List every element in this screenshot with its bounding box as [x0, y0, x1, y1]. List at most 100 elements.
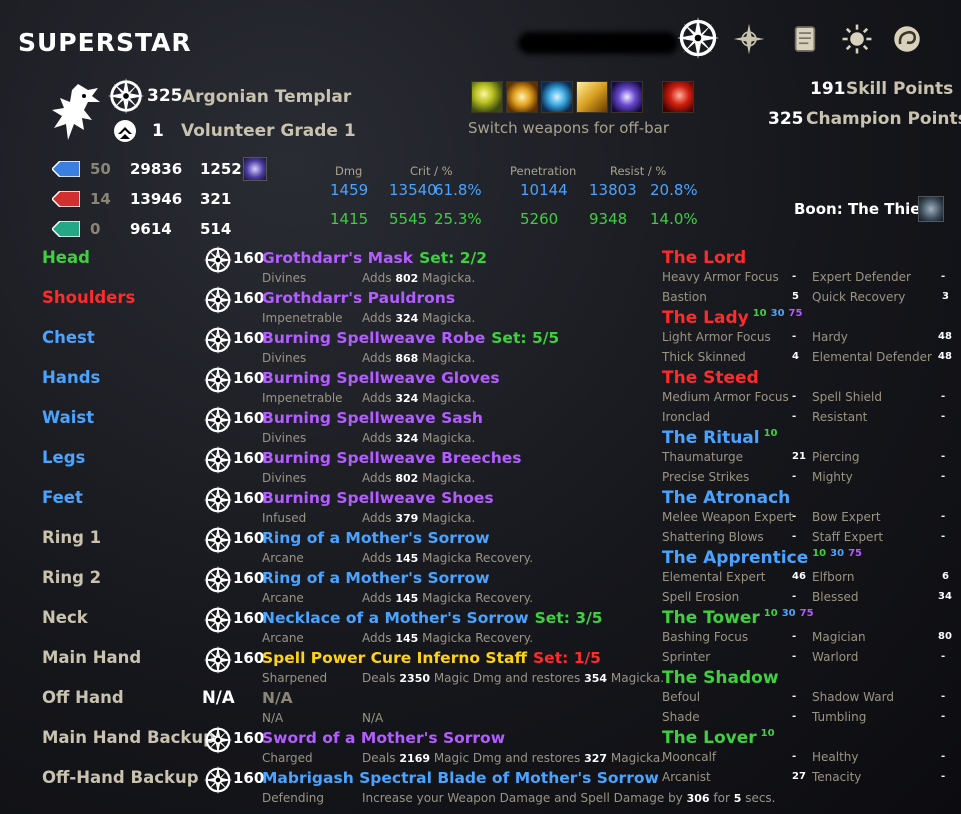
item-enchantment: N/A	[362, 711, 383, 725]
star-name: Bashing Focus	[662, 630, 749, 644]
item-level: 160	[233, 409, 265, 427]
item-level: 160	[233, 729, 265, 747]
star-points: -	[792, 751, 797, 762]
item-name[interactable]: Ring of a Mother's Sorrow	[262, 529, 490, 547]
enchant-text: Magic Dmg and restores	[430, 751, 585, 765]
magicka-icon	[50, 160, 81, 178]
item-level: 160	[233, 489, 265, 507]
item-name[interactable]: Grothdarr's Pauldrons	[262, 289, 455, 307]
skill-slot-5[interactable]	[611, 81, 643, 113]
item-name[interactable]: N/A	[262, 689, 293, 707]
constellation-name: The Lord	[662, 248, 747, 268]
item-enchantment: Adds 145 Magicka Recovery.	[362, 591, 533, 605]
star-name: Thaumaturge	[662, 450, 743, 464]
item-name[interactable]: Burning Spellweave Sash	[262, 409, 483, 427]
constellation-name: The Atronach	[662, 488, 791, 508]
skill-bar	[471, 81, 701, 113]
star-name: Bow Expert	[812, 510, 881, 524]
star-name: Magician	[812, 630, 866, 644]
set-bonus-count: Set: 1/5	[533, 649, 601, 667]
champion-point-icon	[203, 365, 233, 395]
item-enchantment: Adds 379 Magicka.	[362, 511, 475, 525]
star-points: -	[941, 471, 946, 482]
star-name: Tenacity	[812, 770, 862, 784]
item-trait: Divines	[262, 431, 307, 445]
item-name[interactable]: Grothdarr's Mask Set: 2/2	[262, 249, 487, 267]
spiral-icon[interactable]	[890, 22, 924, 56]
star-points: -	[792, 691, 797, 702]
champion-points-value: 325	[768, 109, 804, 129]
constellation-name: The Shadow	[662, 668, 779, 688]
gear-slot-label: Feet	[42, 488, 83, 507]
enchant-text: Magicka.	[607, 671, 665, 685]
enchant-text: Magicka Recovery.	[418, 631, 534, 645]
enchant-value: 324	[395, 432, 419, 445]
constellation-name: The Ritual 10	[662, 428, 778, 448]
star-points: -	[941, 751, 946, 762]
item-name[interactable]: Spell Power Cure Inferno Staff Set: 1/5	[262, 649, 601, 667]
crit-header: Crit / %	[410, 164, 453, 178]
item-name[interactable]: Necklace of a Mother's Sorrow Set: 3/5	[262, 609, 603, 627]
skills-compass-icon[interactable]	[732, 22, 766, 56]
skill-points-label: Skill Points	[846, 79, 954, 99]
gear-slot-label: Head	[42, 248, 90, 267]
enchant-text: Adds	[362, 311, 396, 325]
star-name: Sprinter	[662, 650, 711, 664]
item-name[interactable]: Ring of a Mother's Sorrow	[262, 569, 490, 587]
item-trait: Impenetrable	[262, 311, 343, 325]
champion-icon[interactable]	[676, 16, 720, 60]
item-level: 160	[233, 249, 265, 267]
skill-slot-2[interactable]	[506, 81, 538, 113]
item-name[interactable]: Mabrigash Spectral Blade of Mother's Sor…	[262, 769, 659, 787]
enchant-text: Adds	[362, 511, 396, 525]
item-name[interactable]: Sword of a Mother's Sorrow	[262, 729, 505, 747]
item-name[interactable]: Burning Spellweave Gloves	[262, 369, 500, 387]
ultimate-slot[interactable]	[662, 81, 694, 113]
item-level: 160	[233, 449, 265, 467]
item-trait: Divines	[262, 471, 307, 485]
skill-slot-4[interactable]	[576, 81, 608, 113]
enchant-text: Magicka.	[418, 511, 476, 525]
constellation-tier: 10	[760, 728, 775, 740]
star-points: -	[941, 711, 946, 722]
star-points: -	[941, 771, 946, 782]
mundus-stone-icon	[243, 157, 267, 181]
constellation-tier: 10	[763, 428, 778, 440]
constellation-tier: 30	[770, 308, 785, 320]
star-points: -	[941, 451, 946, 462]
weapon-damage: 1415	[330, 210, 369, 228]
star-name: Heavy Armor Focus	[662, 270, 779, 284]
item-trait: Charged	[262, 751, 313, 765]
item-name[interactable]: Burning Spellweave Breeches	[262, 449, 522, 467]
item-name[interactable]: Burning Spellweave Shoes	[262, 489, 494, 507]
set-bonus-count: Set: 5/5	[491, 329, 560, 347]
star-name: Mooncalf	[662, 750, 717, 764]
weapon-resist: 9348	[589, 210, 628, 228]
item-enchantment: Adds 145 Magicka Recovery.	[362, 631, 533, 645]
weapon-crit-percent: 25.3%	[434, 210, 482, 228]
item-enchantment: Increase your Weapon Damage and Spell Da…	[362, 791, 776, 805]
alliance-rank: 1	[152, 121, 164, 141]
item-trait: Defending	[262, 791, 325, 805]
enchant-value: 2350	[399, 672, 431, 685]
star-name: Shattering Blows	[662, 530, 764, 544]
enchant-text: Magicka.	[418, 311, 476, 325]
champion-point-icon	[203, 245, 233, 275]
skill-slot-3[interactable]	[541, 81, 573, 113]
star-points: 46	[792, 571, 806, 582]
sun-icon[interactable]	[840, 22, 874, 56]
star-name: Shade	[662, 710, 700, 724]
star-name: Bastion	[662, 290, 707, 304]
item-trait: Arcane	[262, 631, 304, 645]
skill-slot-1[interactable]	[471, 81, 503, 113]
item-trait: Divines	[262, 351, 307, 365]
enchant-text: Increase your Weapon Damage and Spell Da…	[362, 791, 687, 805]
scroll-icon[interactable]	[788, 22, 822, 56]
boon-label: Boon: The Thief	[794, 200, 928, 218]
star-points: 3	[942, 291, 949, 302]
item-name[interactable]: Burning Spellweave Robe Set: 5/5	[262, 329, 559, 347]
star-points: -	[941, 511, 946, 522]
health-regen: 321	[200, 190, 232, 208]
weapon-resist-percent: 14.0%	[650, 210, 698, 228]
enchant-text: for	[709, 791, 734, 805]
